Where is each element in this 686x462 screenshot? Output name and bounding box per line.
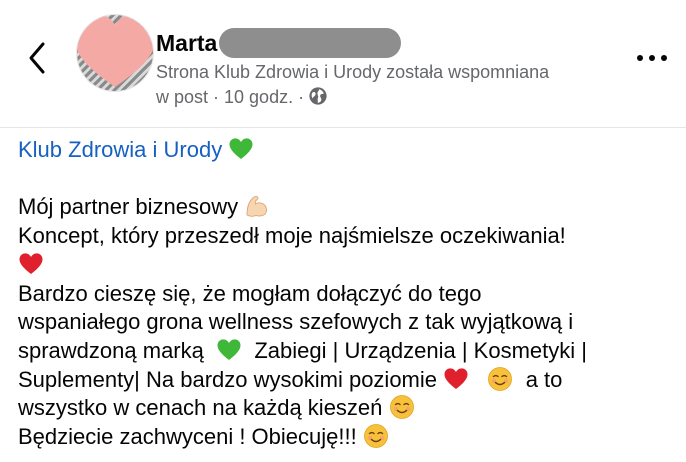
- text-span: Suplementy| Na bardzo wysokimi poziomie: [18, 366, 437, 392]
- text-span: sprawdzoną marką: [18, 337, 204, 363]
- post-body: Klub Zdrowia i Urody Mój partner bizneso…: [18, 136, 678, 452]
- more-horizontal-icon: [637, 55, 667, 61]
- page-link[interactable]: Klub Zdrowia i Urody: [18, 137, 222, 162]
- chevron-left-icon: [29, 42, 45, 74]
- red-heart-emoji: [443, 366, 469, 392]
- text-line: Koncept, który przeszedł moje najśmielsz…: [18, 223, 566, 249]
- divider: [0, 127, 686, 128]
- globe-icon: [309, 87, 327, 105]
- author-row: Marta: [156, 26, 402, 60]
- mention-info: Strona Klub Zdrowia i Urody została wspo…: [156, 62, 550, 82]
- text-line: wszystko w cenach na każdą kieszeń: [18, 394, 678, 423]
- back-button[interactable]: [22, 38, 56, 78]
- text-line: Mój partner biznesowy: [18, 193, 678, 222]
- author-name[interactable]: Marta: [156, 30, 217, 57]
- smiling-face-emoji: [389, 394, 415, 420]
- avatar[interactable]: [76, 14, 154, 92]
- text-span: Będziecie zachwyceni ! Obiecuję!!!: [18, 424, 357, 450]
- text-span: Zabiegi | Urządzenia | Kosmetyki |: [254, 337, 587, 363]
- text-line: Suplementy| Na bardzo wysokimi poziomie …: [18, 366, 678, 395]
- page-mention-line: Klub Zdrowia i Urody: [18, 136, 678, 165]
- text-span: a to: [525, 366, 563, 392]
- green-heart-emoji: [228, 136, 254, 162]
- flexed-biceps-emoji: [244, 193, 270, 219]
- redacted-surname: [219, 28, 402, 58]
- red-heart-emoji: [18, 251, 44, 277]
- smiling-face-emoji: [487, 366, 513, 392]
- post-timestamp[interactable]: w post · 10 godz. ·: [156, 87, 304, 107]
- text-span: Mój partner biznesowy: [18, 194, 239, 220]
- green-heart-emoji: [216, 337, 242, 363]
- smiling-face-emoji: [363, 423, 389, 449]
- text-line: wspaniałego grona wellness szefowych z t…: [18, 309, 574, 335]
- text-line: Bardzo cieszę się, że mogłam dołączyć do…: [18, 280, 482, 306]
- more-options-button[interactable]: [634, 48, 670, 68]
- text-line: Będziecie zachwyceni ! Obiecuję!!!: [18, 423, 678, 452]
- post-meta: Strona Klub Zdrowia i Urody została wspo…: [156, 60, 616, 110]
- post-time-row: w post · 10 godz. ·: [156, 85, 616, 110]
- post-header: Marta Strona Klub Zdrowia i Urody został…: [0, 0, 686, 126]
- text-line: sprawdzoną marką Zabiegi | Urządzenia | …: [18, 337, 678, 366]
- heart-sticker-icon: [77, 15, 153, 87]
- text-span: wszystko w cenach na każdą kieszeń: [18, 395, 383, 421]
- emoji-line: [18, 251, 678, 280]
